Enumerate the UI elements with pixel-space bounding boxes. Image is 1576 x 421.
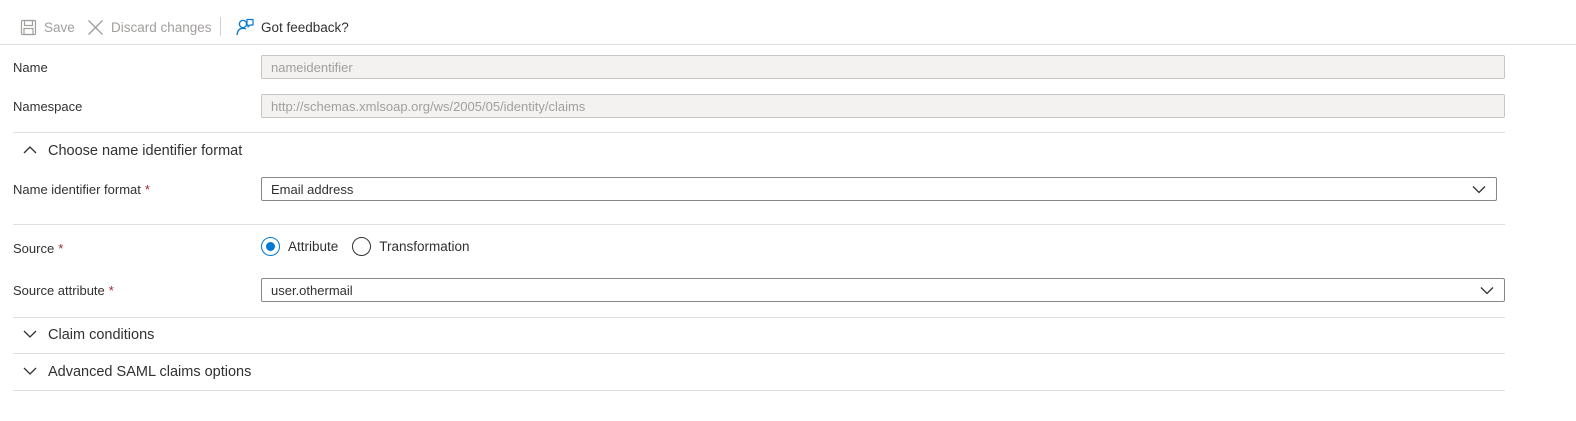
- namespace-label: Namespace: [13, 99, 83, 114]
- radio-unchecked-icon: [352, 236, 372, 256]
- divider: [13, 132, 1505, 133]
- save-label: Save: [44, 19, 75, 35]
- chevron-up-icon: [13, 143, 48, 159]
- discard-changes-button[interactable]: Discard changes: [87, 16, 212, 38]
- chevron-down-icon: [1471, 181, 1487, 197]
- source-attribute-radio[interactable]: Attribute: [261, 236, 339, 256]
- radio-checked-icon: [261, 236, 280, 256]
- feedback-icon: [236, 18, 261, 36]
- chevron-down-icon: [13, 364, 48, 380]
- name-identifier-format-label: Name identifier format *: [13, 182, 150, 197]
- claim-conditions-section-toggle[interactable]: Claim conditions: [13, 323, 154, 347]
- source-attribute-value: user.othermail: [271, 282, 353, 298]
- radio-label: Transformation: [379, 238, 470, 254]
- section-title: Advanced SAML claims options: [48, 364, 252, 380]
- feedback-button[interactable]: Got feedback?: [236, 16, 349, 38]
- divider: [13, 317, 1505, 318]
- namespace-field[interactable]: http://schemas.xmlsoap.org/ws/2005/05/id…: [261, 94, 1505, 118]
- source-attribute-dropdown[interactable]: user.othermail: [261, 278, 1505, 302]
- divider: [13, 224, 1505, 225]
- command-bar: Save Discard changes Got feedback?: [0, 0, 1576, 45]
- save-button[interactable]: Save: [20, 16, 75, 38]
- feedback-label: Got feedback?: [261, 19, 349, 35]
- radio-label: Attribute: [288, 238, 339, 254]
- toolbar-divider: [220, 17, 221, 36]
- name-field[interactable]: nameidentifier: [261, 55, 1505, 79]
- required-marker: *: [58, 241, 64, 256]
- required-marker: *: [144, 182, 150, 197]
- section-title: Claim conditions: [48, 327, 155, 343]
- source-label: Source *: [13, 241, 63, 256]
- name-label: Name: [13, 60, 48, 75]
- name-identifier-format-dropdown[interactable]: Email address: [261, 177, 1497, 201]
- source-label-text: Source: [13, 241, 55, 256]
- source-radio-group: Attribute Transformation: [261, 235, 484, 257]
- name-identifier-format-value: Email address: [271, 181, 354, 197]
- source-transformation-radio[interactable]: Transformation: [352, 236, 470, 256]
- namespace-value: http://schemas.xmlsoap.org/ws/2005/05/id…: [271, 98, 586, 114]
- close-icon: [87, 19, 111, 36]
- advanced-saml-claims-section-toggle[interactable]: Advanced SAML claims options: [13, 360, 251, 384]
- name-value: nameidentifier: [271, 59, 353, 75]
- divider: [13, 353, 1505, 354]
- source-attribute-label: Source attribute *: [13, 283, 114, 298]
- chevron-down-icon: [13, 327, 48, 343]
- section-title: Choose name identifier format: [48, 143, 243, 159]
- divider: [13, 390, 1505, 391]
- discard-changes-label: Discard changes: [111, 19, 212, 35]
- name-identifier-format-section-toggle[interactable]: Choose name identifier format: [13, 139, 242, 163]
- required-marker: *: [108, 283, 114, 298]
- chevron-down-icon: [1479, 282, 1495, 298]
- source-attribute-label-text: Source attribute: [13, 283, 105, 298]
- name-identifier-format-label-text: Name identifier format: [13, 182, 141, 197]
- save-icon: [20, 19, 44, 36]
